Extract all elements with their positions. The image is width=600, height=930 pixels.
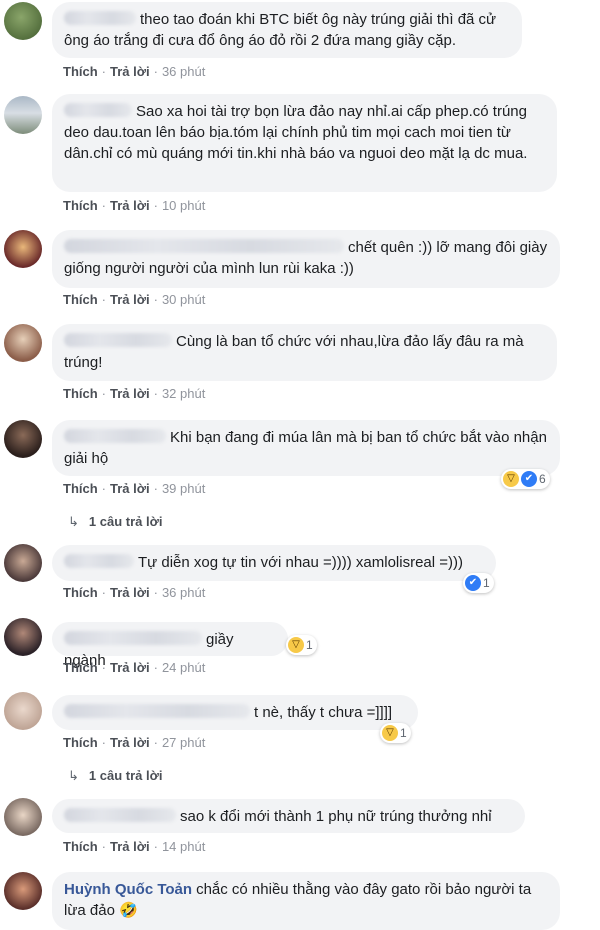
comment-author[interactable]: Huỳnh Quốc Toản bbox=[64, 881, 192, 898]
reaction-summary[interactable]: ▽ 1 bbox=[380, 723, 411, 743]
like-link[interactable]: Thích bbox=[63, 64, 98, 79]
comment-actions: Thích · Trả lời · 10 phút bbox=[63, 198, 206, 213]
comment-text: Sao xa hoi tài trợ bọn lừa đảo nay nhỉ.a… bbox=[64, 103, 528, 162]
blurred-author-name bbox=[64, 631, 202, 645]
avatar[interactable] bbox=[4, 230, 42, 268]
comment-bubble: Huỳnh Quốc Toản chắc có nhiều thằng vào đ… bbox=[52, 872, 560, 930]
comment-timestamp[interactable]: 14 phút bbox=[162, 839, 205, 854]
comment-bubble: giầy ngành bbox=[52, 622, 288, 669]
comment-text: t nè, thấy t chưa =]]]] bbox=[254, 704, 393, 721]
like-reaction-icon: ✔ bbox=[521, 471, 537, 487]
reaction-count: 6 bbox=[539, 472, 546, 486]
like-link[interactable]: Thích bbox=[63, 292, 98, 307]
reply-link[interactable]: Trả lời bbox=[110, 64, 150, 79]
comment-actions: Thích · Trả lời · 27 phút bbox=[63, 735, 206, 750]
haha-reaction-icon: ▽ bbox=[382, 725, 398, 741]
comment-bubble: Tự diễn xog tự tin với nhau =)))) xamlol… bbox=[52, 545, 496, 581]
blurred-author-name bbox=[64, 333, 172, 347]
reply-count: 1 câu trả lời bbox=[88, 768, 163, 783]
reply-link[interactable]: Trả lời bbox=[110, 660, 150, 675]
view-replies-link[interactable]: ↳ 1 câu trả lời bbox=[68, 768, 162, 784]
reaction-summary[interactable]: ✔ 1 bbox=[463, 573, 494, 593]
reply-link[interactable]: Trả lời bbox=[110, 585, 150, 600]
view-replies-link[interactable]: ↳ 1 câu trả lời bbox=[68, 514, 162, 530]
comment-timestamp[interactable]: 30 phút bbox=[162, 292, 205, 307]
reaction-count: 1 bbox=[306, 638, 313, 652]
comment-text: Tự diễn xog tự tin với nhau =)))) xamlol… bbox=[138, 554, 464, 571]
comment-bubble: Sao xa hoi tài trợ bọn lừa đảo nay nhỉ.a… bbox=[52, 94, 557, 192]
comment-timestamp[interactable]: 10 phút bbox=[162, 198, 205, 213]
comment-bubble: Cùng là ban tổ chức với nhau,lừa đảo lấy… bbox=[52, 324, 557, 381]
comment-bubble: chết quên :)) lỡ mang đôi giày giống ngư… bbox=[52, 230, 560, 288]
like-link[interactable]: Thích bbox=[63, 198, 98, 213]
avatar[interactable] bbox=[4, 544, 42, 582]
like-link[interactable]: Thích bbox=[63, 660, 98, 675]
reply-link[interactable]: Trả lời bbox=[110, 735, 150, 750]
reaction-count: 1 bbox=[483, 576, 490, 590]
reply-arrow-icon: ↳ bbox=[68, 514, 79, 529]
avatar[interactable] bbox=[4, 2, 42, 40]
blurred-author-name bbox=[64, 704, 250, 718]
blurred-author-name bbox=[64, 429, 166, 443]
like-link[interactable]: Thích bbox=[63, 839, 98, 854]
reply-link[interactable]: Trả lời bbox=[110, 292, 150, 307]
reply-link[interactable]: Trả lời bbox=[110, 198, 150, 213]
comment-actions: Thích · Trả lời · 39 phút bbox=[63, 481, 206, 496]
avatar[interactable] bbox=[4, 692, 42, 730]
avatar[interactable] bbox=[4, 872, 42, 910]
comment-bubble: Khi bạn đang đi múa lân mà bị ban tổ chứ… bbox=[52, 420, 560, 476]
blurred-author-name bbox=[64, 554, 134, 568]
like-link[interactable]: Thích bbox=[63, 386, 98, 401]
blurred-author-name bbox=[64, 808, 176, 822]
comment-actions: Thích · Trả lời · 30 phút bbox=[63, 292, 206, 307]
reply-link[interactable]: Trả lời bbox=[110, 386, 150, 401]
comment-actions: Thích · Trả lời · 24 phút bbox=[63, 660, 206, 675]
like-link[interactable]: Thích bbox=[63, 481, 98, 496]
comment-timestamp[interactable]: 39 phút bbox=[162, 481, 205, 496]
comment-bubble: sao k đổi mới thành 1 phụ nữ trúng thưởn… bbox=[52, 799, 525, 833]
comment-bubble: t nè, thấy t chưa =]]]] bbox=[52, 695, 418, 730]
avatar[interactable] bbox=[4, 420, 42, 458]
blurred-author-name bbox=[64, 11, 136, 25]
comment-actions: Thích · Trả lời · 32 phút bbox=[63, 386, 206, 401]
reply-count: 1 câu trả lời bbox=[88, 514, 163, 529]
reply-link[interactable]: Trả lời bbox=[110, 481, 150, 496]
avatar[interactable] bbox=[4, 618, 42, 656]
avatar[interactable] bbox=[4, 96, 42, 134]
avatar[interactable] bbox=[4, 798, 42, 836]
comment-text: sao k đổi mới thành 1 phụ nữ trúng thưởn… bbox=[180, 808, 492, 825]
like-reaction-icon: ✔ bbox=[465, 575, 481, 591]
haha-reaction-icon: ▽ bbox=[288, 637, 304, 653]
like-link[interactable]: Thích bbox=[63, 585, 98, 600]
comment-actions: Thích · Trả lời · 36 phút bbox=[63, 585, 206, 600]
like-link[interactable]: Thích bbox=[63, 735, 98, 750]
reaction-count: 1 bbox=[400, 726, 407, 740]
comment-timestamp[interactable]: 36 phút bbox=[162, 585, 205, 600]
comment-bubble: theo tao đoán khi BTC biết ôg này trúng … bbox=[52, 2, 522, 58]
reaction-summary[interactable]: ▽ ✔ 6 bbox=[501, 469, 550, 489]
reaction-summary[interactable]: ▽ 1 bbox=[286, 635, 317, 655]
blurred-author-name bbox=[64, 103, 132, 117]
comment-actions: Thích · Trả lời · 14 phút bbox=[63, 839, 206, 854]
haha-reaction-icon: ▽ bbox=[503, 471, 519, 487]
comment-timestamp[interactable]: 32 phút bbox=[162, 386, 205, 401]
comment-timestamp[interactable]: 27 phút bbox=[162, 735, 205, 750]
reply-arrow-icon: ↳ bbox=[68, 768, 79, 783]
blurred-author-name bbox=[64, 239, 344, 253]
comment-actions: Thích · Trả lời · 36 phút bbox=[63, 64, 206, 79]
comment-timestamp[interactable]: 24 phút bbox=[162, 660, 205, 675]
comment-timestamp[interactable]: 36 phút bbox=[162, 64, 205, 79]
reply-link[interactable]: Trả lời bbox=[110, 839, 150, 854]
avatar[interactable] bbox=[4, 324, 42, 362]
